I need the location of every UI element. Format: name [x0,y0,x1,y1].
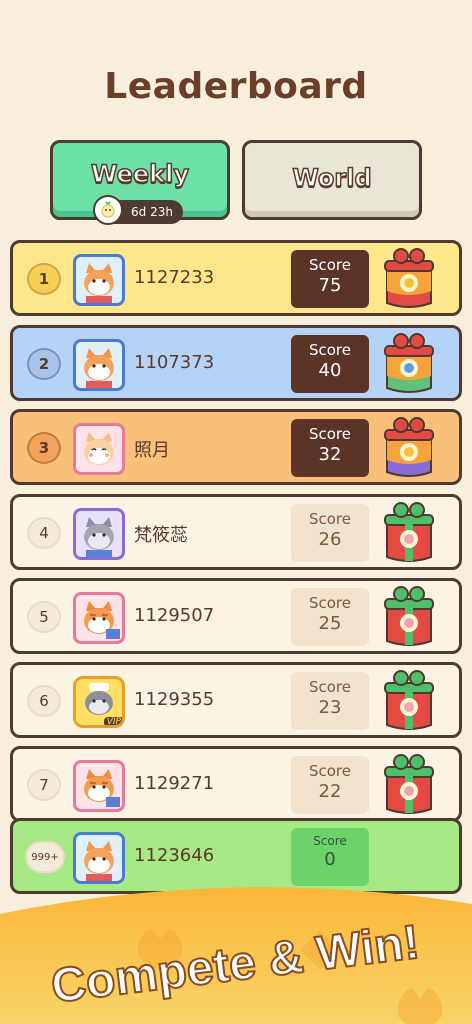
gift-icon[interactable] [381,501,437,565]
leaderboard-row[interactable]: 2 1107373 Score 40 [10,325,462,401]
tab-world-label: World [292,163,373,193]
leaderboard-row[interactable]: 1 1127233 Score 75 [10,240,462,316]
player-name: 1129271 [134,773,215,794]
score-box: Score 23 [291,672,369,730]
score-value: 26 [318,529,342,550]
avatar-vip: VIP [73,676,125,728]
score-box: Score 75 [291,250,369,308]
player-name: 1129507 [134,605,215,626]
player-name: 1127233 [134,267,215,288]
vip-badge: VIP [103,717,122,725]
my-rank: 999+ [25,841,65,873]
score-label: Score [308,510,351,528]
score-value: 75 [318,275,342,296]
player-name: 梵筱蕊 [134,525,188,546]
rank-badge-bronze: 3 [27,432,61,464]
score-value: 25 [318,613,342,634]
leaderboard-row[interactable]: 6 VIP 1129355 Score 23 [10,662,462,738]
gift-icon[interactable] [381,753,437,817]
score-label: Score [308,256,351,274]
player-name: 1123646 [134,845,215,866]
rank-number: 7 [27,769,61,801]
leaderboard-row[interactable]: 3 照月 Score 32 [10,409,462,485]
score-label: Score [308,762,351,780]
leaderboard-row[interactable]: 7 1129271 Score 22 [10,746,462,822]
rank-badge-gold: 1 [27,263,61,295]
rank-badge-silver: 2 [27,348,61,380]
score-value: 40 [318,360,342,381]
player-name: 1129355 [134,689,215,710]
gift-icon[interactable] [381,247,437,311]
score-box: Score 0 [291,828,369,886]
score-box: Score 22 [291,756,369,814]
score-value: 0 [324,849,336,870]
avatar [73,339,125,391]
countdown-text: 6d 23h [131,205,173,219]
score-value: 32 [318,444,342,465]
avatar [73,508,125,560]
avatar [73,254,125,306]
avatar [73,760,125,812]
score-label: Score [308,594,351,612]
leaderboard-row[interactable]: 5 1129507 Score 25 [10,578,462,654]
page-title: Leaderboard [104,66,368,107]
rank-number: 5 [27,601,61,633]
score-box: Score 26 [291,504,369,562]
rank-number: 4 [27,517,61,549]
gift-icon[interactable] [381,416,437,480]
avatar [73,592,125,644]
score-box: Score 40 [291,335,369,393]
score-value: 23 [318,697,342,718]
player-name: 1107373 [134,352,215,373]
score-label: Score [308,678,351,696]
gift-icon[interactable] [381,669,437,733]
score-label: Score [308,341,351,359]
tab-weekly-label: Weekly [90,159,190,189]
tab-world[interactable]: World [242,140,422,220]
avatar [73,832,125,884]
leaderboard-row[interactable]: 4 梵筱蕊 Score 26 [10,494,462,570]
gift-icon[interactable] [381,332,437,396]
avatar [73,423,125,475]
promo-banner: Compete & Win! [0,887,472,1024]
score-box: Score 32 [291,419,369,477]
chick-icon [93,195,123,225]
countdown-timer: 6d 23h [93,195,183,225]
score-value: 22 [318,781,342,802]
rank-number: 6 [27,685,61,717]
score-label: Score [308,425,351,443]
score-box: Score 25 [291,588,369,646]
gift-icon[interactable] [381,585,437,649]
score-label: Score [313,834,347,848]
player-name: 照月 [134,440,170,461]
